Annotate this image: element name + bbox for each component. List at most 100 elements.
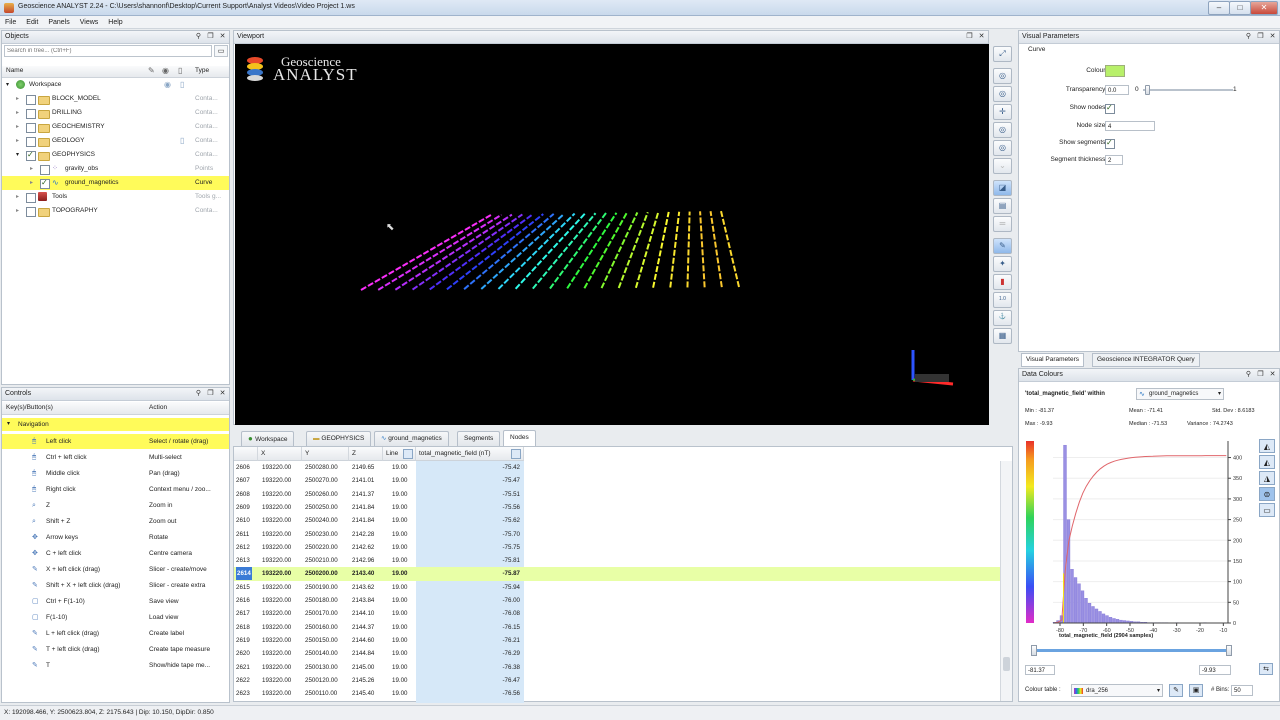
node-size-input[interactable]: 4 [1105, 121, 1155, 131]
tab-ground-magnetics[interactable]: ∿ ground_magnetics [374, 431, 449, 446]
visibility-checkbox[interactable] [26, 95, 36, 105]
table-row[interactable]: 2621 193220.00 2500130.00 2145.00 19.00 -76.3… [234, 661, 1004, 674]
divider-icon[interactable]: ═ [993, 216, 1012, 232]
close-button[interactable]: ✕ [1250, 1, 1278, 15]
expand-arrow-icon[interactable]: ▾ [7, 418, 10, 431]
expand-arrow-icon[interactable]: ▸ [16, 120, 19, 134]
visibility-checkbox[interactable] [40, 176, 50, 190]
expand-arrow-icon[interactable]: ▸ [16, 134, 19, 148]
close-icon[interactable]: ✕ [218, 389, 227, 398]
chart-icon[interactable]: ▮ [993, 274, 1012, 290]
histogram-log-icon[interactable]: ◭ [1259, 455, 1275, 469]
search-options-icon[interactable]: ▭ [214, 45, 228, 57]
col-x-header[interactable]: X [258, 447, 302, 461]
view-side-icon[interactable]: ✛ [993, 104, 1012, 120]
table-row[interactable]: 2606 193220.00 2500280.00 2149.65 19.00 -75.4… [234, 461, 1004, 474]
tree-item-ground-magnetics[interactable]: ▸ ∿ ground_magnetics Curve [2, 176, 229, 190]
col-z-header[interactable]: Z [349, 447, 383, 461]
segment-thickness-input[interactable]: 2 [1105, 155, 1123, 165]
col-name-header[interactable]: Name [6, 67, 23, 74]
table-row[interactable]: 2617 193220.00 2500170.00 2144.10 19.00 -76.0… [234, 607, 1004, 620]
float-icon[interactable]: ❐ [1256, 32, 1265, 41]
tree-item-workspace[interactable]: ▾ Workspace ◉ ▯ [2, 78, 229, 92]
tree-item-tools[interactable]: ▸ Tools Tools g... [2, 190, 229, 204]
axes-icon[interactable]: ⚓ [993, 310, 1012, 326]
expand-arrow-icon[interactable]: ▸ [30, 176, 33, 190]
apply-range-icon[interactable]: ⇆ [1259, 663, 1273, 675]
view-bottom-icon[interactable]: ◎ [993, 140, 1012, 156]
visibility-checkbox[interactable] [26, 193, 36, 203]
close-icon[interactable]: ✕ [1268, 32, 1277, 41]
expand-arrow-icon[interactable]: ▸ [16, 106, 19, 120]
view-back-icon[interactable]: ◎ [993, 122, 1012, 138]
expand-arrow-icon[interactable]: ▸ [16, 92, 19, 106]
colour-swatch[interactable] [1105, 65, 1125, 77]
tab-visual-parameters[interactable]: Visual Parameters [1021, 353, 1084, 367]
transparency-input[interactable]: 0.0 [1105, 85, 1129, 95]
menu-edit[interactable]: Edit [21, 16, 43, 28]
menu-panels[interactable]: Panels [43, 16, 74, 28]
close-icon[interactable]: ✕ [1268, 370, 1277, 379]
float-icon[interactable]: ❐ [206, 32, 215, 41]
histogram-linear-icon[interactable]: ◭ [1259, 439, 1275, 453]
column-filter-icon[interactable] [511, 449, 521, 459]
float-icon[interactable]: ❐ [965, 32, 974, 41]
save-colours-icon[interactable]: ▣ [1189, 684, 1203, 697]
menu-views[interactable]: Views [75, 16, 104, 28]
document-icon[interactable]: ▯ [180, 134, 184, 148]
pin-icon[interactable]: ⚲ [1244, 370, 1253, 379]
expand-arrow-icon[interactable]: ▾ [16, 148, 19, 162]
range-slider-max-handle[interactable] [1226, 645, 1232, 656]
visibility-checkbox[interactable] [26, 109, 36, 119]
eye-icon[interactable]: ◉ [164, 78, 171, 92]
column-filter-icon[interactable] [403, 449, 413, 459]
tree-item-topography[interactable]: ▸ TOPOGRAPHY Conta... [2, 204, 229, 218]
colour-table-dropdown[interactable]: dra_256 ▾ [1071, 684, 1163, 697]
3d-viewport-canvas[interactable]: Geoscience ANALYST ⬉ [235, 44, 989, 425]
tree-item-geology[interactable]: ▸ GEOLOGY ▯ Conta... [2, 134, 229, 148]
tab-segments[interactable]: Segments [457, 431, 501, 446]
chevron-down-icon[interactable]: ▾ [1157, 685, 1160, 697]
table-row[interactable]: 2613 193220.00 2500210.00 2142.96 19.00 -75.8… [234, 554, 1004, 567]
pin-icon[interactable]: ⚲ [194, 389, 203, 398]
transparency-slider-thumb[interactable] [1145, 85, 1150, 95]
table-row[interactable]: 2612 193220.00 2500220.00 2142.62 19.00 -75.7… [234, 541, 1004, 554]
tree-item-block-model[interactable]: ▸ BLOCK_MODEL Conta... [2, 92, 229, 106]
light-icon[interactable]: ✦ [993, 256, 1012, 272]
layers-icon[interactable]: ▤ [993, 198, 1012, 214]
cumulative-icon[interactable]: ◮ [1259, 471, 1275, 485]
table-row[interactable]: 2619 193220.00 2500150.00 2144.60 19.00 -76.2… [234, 634, 1004, 647]
range-slider-track[interactable] [1033, 649, 1231, 652]
tree-item-drilling[interactable]: ▸ DRILLING Conta... [2, 106, 229, 120]
expand-arrow-icon[interactable]: ▸ [30, 162, 33, 176]
table-scrollbar[interactable] [1000, 461, 1012, 701]
reset-icon[interactable]: ▭ [1259, 503, 1275, 517]
table-row[interactable]: 2610 193220.00 2500240.00 2141.84 19.00 -75.6… [234, 514, 1004, 527]
chevron-down-icon[interactable]: ⌄ [993, 158, 1012, 174]
visibility-checkbox[interactable] [26, 148, 36, 162]
col-type-header[interactable]: Type [195, 67, 209, 74]
draw-icon[interactable]: ✎ [993, 238, 1012, 254]
transparency-slider-track[interactable] [1143, 89, 1233, 91]
histogram-chart[interactable]: -80 -70 -60 -50 -40 -30 -20 -100501001502002503… [1023, 431, 1255, 645]
controls-group-navigation[interactable]: ▾ Navigation [2, 418, 229, 431]
tree-item-geophysics[interactable]: ▾ GEOPHYSICS Conta... [2, 148, 229, 162]
tab-nodes[interactable]: Nodes [503, 430, 536, 446]
table-row[interactable]: 2615 193220.00 2500190.00 2143.62 19.00 -75.9… [234, 581, 1004, 594]
tree-item-geochemistry[interactable]: ▸ GEOCHEMISTRY Conta... [2, 120, 229, 134]
range-slider-min-handle[interactable] [1031, 645, 1037, 656]
expand-arrow-icon[interactable]: ▸ [16, 190, 19, 204]
table-row[interactable]: 2623 193220.00 2500110.00 2145.40 19.00 -76.5… [234, 687, 1004, 700]
visibility-checkbox[interactable] [40, 165, 50, 175]
grid-icon[interactable]: ▦ [993, 328, 1012, 344]
perspective-icon[interactable]: ◪ [993, 180, 1012, 196]
table-row[interactable]: 2609 193220.00 2500250.00 2141.84 19.00 -75.5… [234, 501, 1004, 514]
scrollbar-thumb[interactable] [1003, 657, 1010, 671]
visibility-checkbox[interactable] [26, 123, 36, 133]
show-segments-checkbox[interactable] [1105, 136, 1115, 150]
menu-help[interactable]: Help [103, 16, 127, 28]
view-front-icon[interactable]: ◎ [993, 86, 1012, 102]
show-nodes-checkbox[interactable] [1105, 101, 1115, 115]
object-dropdown[interactable]: ∿ ground_magnetics ▾ [1136, 388, 1224, 400]
range-min-input[interactable]: -81.37 [1025, 665, 1055, 675]
